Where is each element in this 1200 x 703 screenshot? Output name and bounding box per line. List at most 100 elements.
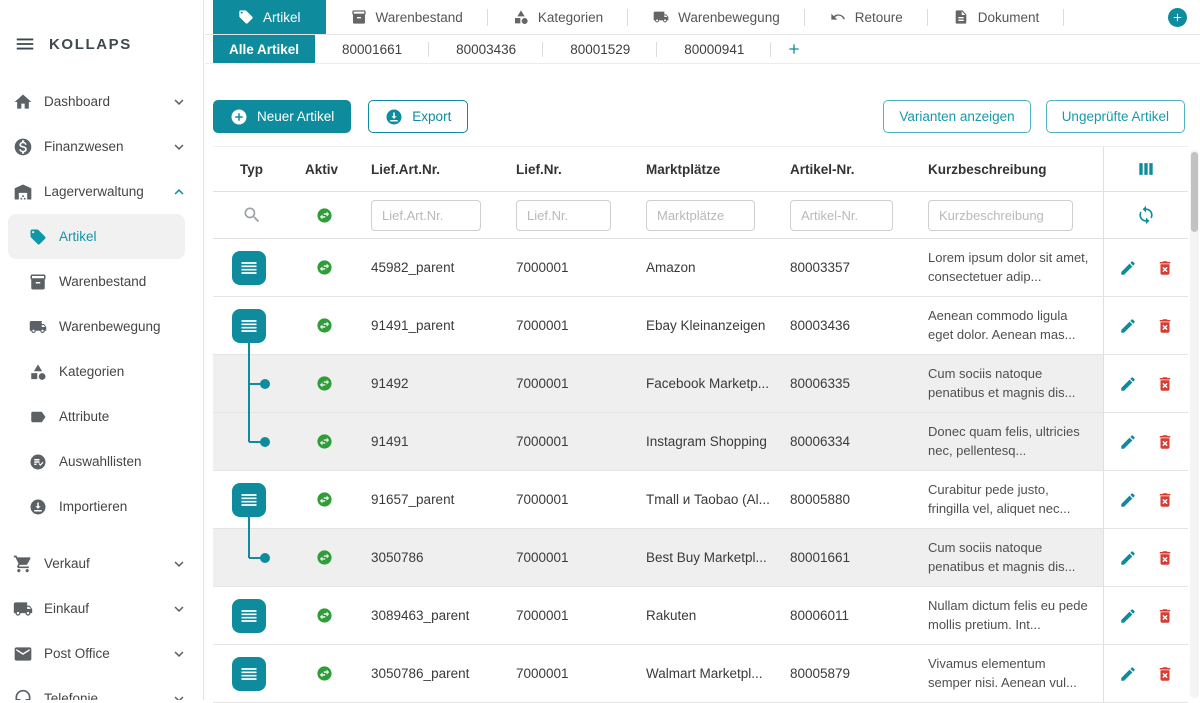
delete-button[interactable] — [1156, 375, 1174, 393]
menu-icon[interactable] — [14, 33, 36, 55]
column-header-lief-nr: Lief.Nr. — [503, 162, 633, 177]
columns-icon[interactable] — [1136, 159, 1156, 179]
home-icon — [13, 92, 33, 112]
tag-icon — [238, 9, 254, 25]
filter-input-lief-art-nr[interactable] — [371, 200, 481, 231]
article-tab-alle-artikel[interactable]: Alle Artikel — [213, 35, 315, 63]
table-row[interactable]: 3050786_parent7000001Walmart Marketpl...… — [213, 645, 1188, 703]
sidebar-item-einkauf[interactable]: Einkauf — [0, 586, 203, 631]
add-tab-button[interactable] — [1168, 8, 1187, 27]
parent-article-button[interactable] — [232, 657, 266, 691]
sidebar-item-lagerverwaltung[interactable]: Lagerverwaltung — [0, 169, 203, 214]
table-row[interactable]: 91491_parent7000001Ebay Kleinanzeigen800… — [213, 297, 1188, 355]
tab-warenbestand[interactable]: Warenbestand — [326, 0, 488, 34]
category-icon — [513, 9, 529, 25]
filter-input-kurzbeschreibung[interactable] — [928, 200, 1073, 231]
filter-input-marktpl-tze[interactable] — [646, 200, 755, 231]
lief-art-nr-cell: 91491_parent — [358, 297, 503, 354]
delete-icon — [1156, 375, 1174, 393]
type-cell — [213, 413, 290, 470]
table-row[interactable]: 91657_parent7000001Tmall и Taobao (Al...… — [213, 471, 1188, 529]
sidebar-item-dashboard[interactable]: Dashboard — [0, 79, 203, 124]
artikel-nr-cell: 80006011 — [777, 587, 915, 644]
table-row[interactable]: 30507867000001Best Buy Marketpl...800016… — [213, 529, 1188, 587]
edit-button[interactable] — [1119, 317, 1137, 335]
sidebar-item-verkauf[interactable]: Verkauf — [0, 541, 203, 586]
delete-button[interactable] — [1156, 665, 1174, 683]
marktplatz-cell: Best Buy Marketpl... — [633, 529, 777, 586]
sidebar-item-artikel[interactable]: Artikel — [8, 214, 185, 259]
active-cell — [290, 471, 358, 528]
parent-article-button[interactable] — [232, 251, 266, 285]
article-tab-80001529[interactable]: 80001529 — [543, 35, 657, 63]
tab-label: Retoure — [855, 10, 903, 25]
edit-button[interactable] — [1119, 491, 1137, 509]
export-button[interactable]: Export — [368, 100, 468, 133]
tab-retoure[interactable]: Retoure — [805, 0, 928, 34]
inventory-icon — [29, 273, 47, 291]
cart-icon — [13, 554, 33, 574]
scrollbar[interactable] — [1190, 150, 1199, 698]
edit-button[interactable] — [1119, 375, 1137, 393]
export-label: Export — [412, 109, 451, 124]
tab-label: Warenbestand — [376, 10, 463, 25]
parent-article-button[interactable] — [232, 309, 266, 343]
active-swap-icon — [316, 259, 333, 276]
edit-button[interactable] — [1119, 607, 1137, 625]
sidebar-item-finanzwesen[interactable]: Finanzwesen — [0, 124, 203, 169]
filter-input-artikel-nr[interactable] — [790, 200, 893, 231]
sidebar-item-importieren[interactable]: Importieren — [8, 484, 185, 529]
tab-dokument[interactable]: Dokument — [928, 0, 1065, 34]
column-settings-header[interactable] — [1103, 147, 1188, 191]
table-row[interactable]: 45982_parent7000001Amazon80003357Lorem i… — [213, 239, 1188, 297]
delete-button[interactable] — [1156, 607, 1174, 625]
edit-button[interactable] — [1119, 259, 1137, 277]
sidebar-item-attribute[interactable]: Attribute — [8, 394, 185, 439]
table-row[interactable]: 914917000001Instagram Shopping80006334Do… — [213, 413, 1188, 471]
tab-warenbewegung[interactable]: Warenbewegung — [628, 0, 805, 34]
delete-button[interactable] — [1156, 491, 1174, 509]
tab-kategorien[interactable]: Kategorien — [488, 0, 628, 34]
delete-icon — [1156, 607, 1174, 625]
article-tab-80001661[interactable]: 80001661 — [315, 35, 429, 63]
scrollbar-thumb[interactable] — [1191, 152, 1198, 232]
add-article-tab-button[interactable] — [771, 35, 817, 63]
filter-input-lief-nr[interactable] — [516, 200, 611, 231]
search-icon[interactable] — [242, 205, 262, 225]
sidebar-item-kategorien[interactable]: Kategorien — [8, 349, 185, 394]
tab-artikel[interactable]: Artikel — [213, 0, 326, 34]
table-row[interactable]: 3089463_parent7000001Rakuten80006011Null… — [213, 587, 1188, 645]
type-filter[interactable] — [213, 205, 290, 225]
delete-button[interactable] — [1156, 259, 1174, 277]
filter-cell-artikel-nr — [777, 200, 915, 231]
sidebar-item-auswahllisten[interactable]: Auswahllisten — [8, 439, 185, 484]
list-icon — [239, 316, 259, 336]
article-tab-80000941[interactable]: 80000941 — [657, 35, 771, 63]
edit-button[interactable] — [1119, 549, 1137, 567]
new-article-button[interactable]: Neuer Artikel — [213, 100, 351, 133]
plus-icon — [786, 41, 802, 57]
parent-article-button[interactable] — [232, 599, 266, 633]
active-filter[interactable] — [290, 207, 358, 224]
parent-article-button[interactable] — [232, 483, 266, 517]
truck-icon — [29, 318, 47, 336]
refresh-filter-button[interactable] — [1103, 192, 1188, 238]
delete-button[interactable] — [1156, 317, 1174, 335]
edit-button[interactable] — [1119, 665, 1137, 683]
delete-button[interactable] — [1156, 549, 1174, 567]
delete-button[interactable] — [1156, 433, 1174, 451]
active-swap-icon — [316, 607, 333, 624]
unchecked-articles-button[interactable]: Ungeprüfte Artikel — [1046, 100, 1185, 133]
column-header-kurzbeschreibung: Kurzbeschreibung — [915, 162, 1103, 177]
active-swap-icon[interactable] — [316, 207, 333, 224]
sidebar-item-warenbestand[interactable]: Warenbestand — [8, 259, 185, 304]
menu-icon[interactable] — [14, 33, 36, 55]
article-tab-80003436[interactable]: 80003436 — [429, 35, 543, 63]
sidebar-item-warenbewegung[interactable]: Warenbewegung — [8, 304, 185, 349]
sidebar-item-post-office[interactable]: Post Office — [0, 631, 203, 676]
table-row[interactable]: 914927000001Facebook Marketp...80006335C… — [213, 355, 1188, 413]
show-variants-button[interactable]: Varianten anzeigen — [883, 100, 1030, 133]
edit-button[interactable] — [1119, 433, 1137, 451]
sidebar-item-telefonie[interactable]: Telefonie — [0, 676, 203, 700]
sync-icon[interactable] — [1136, 205, 1156, 225]
